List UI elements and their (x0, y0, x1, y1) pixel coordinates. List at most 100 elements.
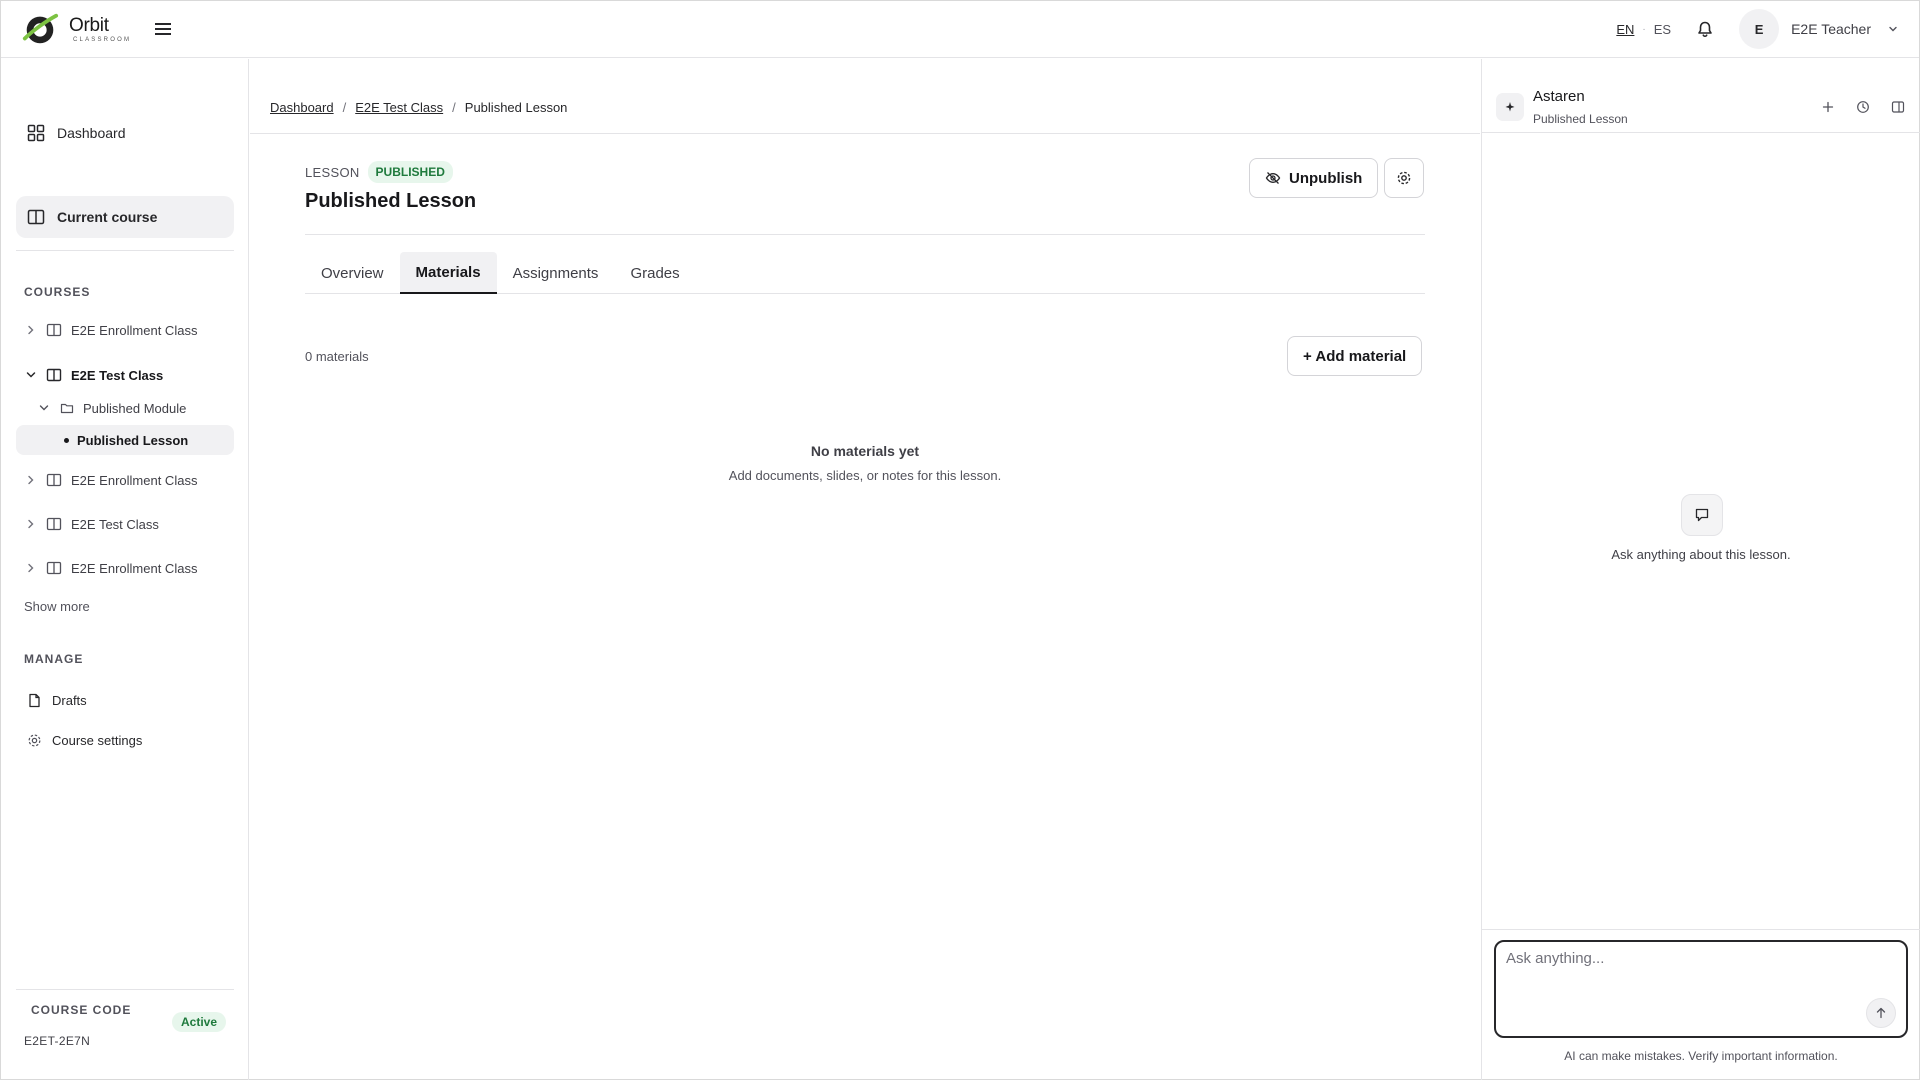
lesson-kicker: LESSON PUBLISHED (305, 161, 453, 183)
assistant-panel: Astaren Published Lesson Ask anything ab… (1481, 59, 1920, 1080)
notification-bell-icon[interactable] (1695, 19, 1715, 39)
tab-materials[interactable]: Materials (399, 252, 497, 294)
app-window: Orbit CLASSROOM EN · ES E E2E Teacher Da… (0, 0, 1920, 1080)
course-item-label: E2E Test Class (71, 516, 159, 532)
sidebar-item-label: Dashboard (57, 125, 126, 141)
chat-bubble-icon (1681, 494, 1723, 536)
chevron-right-icon (28, 563, 34, 573)
lesson-item-published-lesson[interactable]: Published Lesson (16, 425, 234, 455)
show-more-link[interactable]: Show more (24, 599, 90, 614)
lesson-type-label: LESSON (305, 164, 360, 180)
sidebar-item-label: Current course (57, 209, 158, 225)
breadcrumb-separator: / (452, 100, 456, 115)
user-menu[interactable]: E E2E Teacher (1739, 9, 1899, 49)
lang-separator: · (1642, 23, 1646, 35)
chevron-down-icon (26, 372, 36, 378)
course-item-e2e-enrollment-class[interactable]: E2E Enrollment Class (16, 465, 234, 495)
sidebar-divider (16, 250, 234, 251)
chevron-down-icon (39, 405, 49, 411)
breadcrumb-course[interactable]: E2E Test Class (355, 100, 443, 115)
chevron-right-icon (28, 325, 34, 335)
assistant-header: Astaren Published Lesson (1482, 59, 1920, 133)
sidebar-divider (16, 989, 234, 990)
sidebar-item-dashboard[interactable]: Dashboard (16, 112, 234, 154)
tab-assignments[interactable]: Assignments (497, 252, 615, 294)
gear-icon (28, 734, 41, 747)
course-item-e2e-test-class[interactable]: E2E Test Class (16, 509, 234, 539)
bullet-dot-icon (64, 437, 69, 443)
main-content: Dashboard / E2E Test Class / Published L… (250, 59, 1480, 1080)
breadcrumb-separator: / (342, 100, 347, 115)
course-item-e2e-enrollment-class[interactable]: E2E Enrollment Class (16, 315, 234, 345)
chevron-right-icon (28, 475, 34, 485)
book-open-icon (27, 209, 45, 225)
book-icon (46, 473, 62, 487)
hamburger-menu-icon[interactable] (153, 19, 173, 39)
course-item-label: E2E Enrollment Class (71, 322, 198, 338)
book-icon (46, 561, 62, 575)
course-item-label: E2E Enrollment Class (71, 560, 198, 576)
sidebar: Dashboard Current course COURSES E2E Enr… (1, 59, 249, 1080)
unpublish-button[interactable]: Unpublish (1249, 158, 1379, 198)
top-bar: Orbit CLASSROOM EN · ES E E2E Teacher (1, 1, 1919, 58)
chevron-down-icon (1889, 26, 1897, 32)
assistant-subtitle: Published Lesson (1533, 112, 1628, 126)
chat-input[interactable] (1506, 950, 1886, 1010)
tab-overview[interactable]: Overview (305, 252, 400, 294)
status-badge: Active (172, 1012, 227, 1032)
breadcrumb: Dashboard / E2E Test Class / Published L… (270, 100, 567, 115)
header-divider (250, 133, 1480, 134)
brand-logo[interactable]: Orbit CLASSROOM (21, 10, 131, 48)
sidebar-item-current-course[interactable]: Current course (16, 196, 234, 238)
course-item-e2e-test-class-expanded[interactable]: E2E Test Class (16, 360, 234, 390)
new-chat-plus-icon[interactable] (1820, 99, 1836, 115)
module-item-published-module[interactable]: Published Module (16, 393, 234, 423)
lesson-item-label: Published Lesson (77, 432, 189, 448)
manage-section-label: MANAGE (24, 652, 84, 666)
lesson-settings-button[interactable] (1384, 158, 1424, 198)
eye-off-icon (1265, 172, 1281, 184)
arrow-up-icon (1876, 1007, 1886, 1019)
breadcrumb-current: Published Lesson (464, 100, 568, 115)
history-icon[interactable] (1855, 99, 1871, 115)
unpublish-label: Unpublish (1289, 169, 1363, 187)
sidebar-item-drafts[interactable]: Drafts (27, 693, 87, 708)
document-icon (29, 693, 40, 708)
empty-state-subtitle: Add documents, slides, or notes for this… (728, 468, 1002, 483)
module-item-label: Published Module (83, 400, 187, 416)
orbit-logo-icon (22, 13, 59, 44)
language-switcher: EN · ES (1616, 22, 1671, 37)
course-item-e2e-enrollment-class[interactable]: E2E Enrollment Class (16, 553, 234, 583)
course-item-label: E2E Enrollment Class (71, 472, 198, 488)
sidebar-item-label: Drafts (52, 693, 87, 708)
course-code-value: E2ET-2E7N (24, 1034, 91, 1048)
courses-section-label: COURSES (24, 285, 91, 299)
avatar: E (1739, 9, 1780, 49)
lang-en[interactable]: EN (1616, 22, 1634, 37)
title-divider (305, 234, 1425, 235)
chat-divider (1482, 929, 1920, 930)
book-icon (46, 368, 62, 382)
ai-disclaimer: AI can make mistakes. Verify important i… (1564, 1049, 1838, 1063)
course-item-label: E2E Test Class (71, 367, 164, 383)
book-icon (46, 517, 62, 531)
assistant-actions (1820, 99, 1906, 115)
user-name: E2E Teacher (1791, 21, 1871, 37)
materials-count: 0 materials (305, 349, 369, 364)
dashboard-grid-icon (27, 124, 45, 142)
assistant-title: Astaren (1533, 88, 1585, 105)
sparkle-icon (1496, 93, 1524, 121)
send-button[interactable] (1866, 998, 1896, 1028)
expand-panel-icon[interactable] (1890, 99, 1906, 115)
breadcrumb-dashboard[interactable]: Dashboard (270, 100, 334, 115)
book-icon (46, 323, 62, 337)
published-badge: PUBLISHED (367, 161, 453, 183)
course-code-label: COURSE CODE (31, 1003, 132, 1017)
tab-grades[interactable]: Grades (614, 252, 695, 294)
add-material-button[interactable]: + Add material (1287, 336, 1423, 376)
lang-es[interactable]: ES (1654, 22, 1671, 37)
chat-input-box (1494, 940, 1908, 1038)
sidebar-item-course-settings[interactable]: Course settings (27, 733, 142, 748)
gear-icon (1397, 171, 1411, 185)
chat-empty-text: Ask anything about this lesson. (1611, 547, 1791, 562)
